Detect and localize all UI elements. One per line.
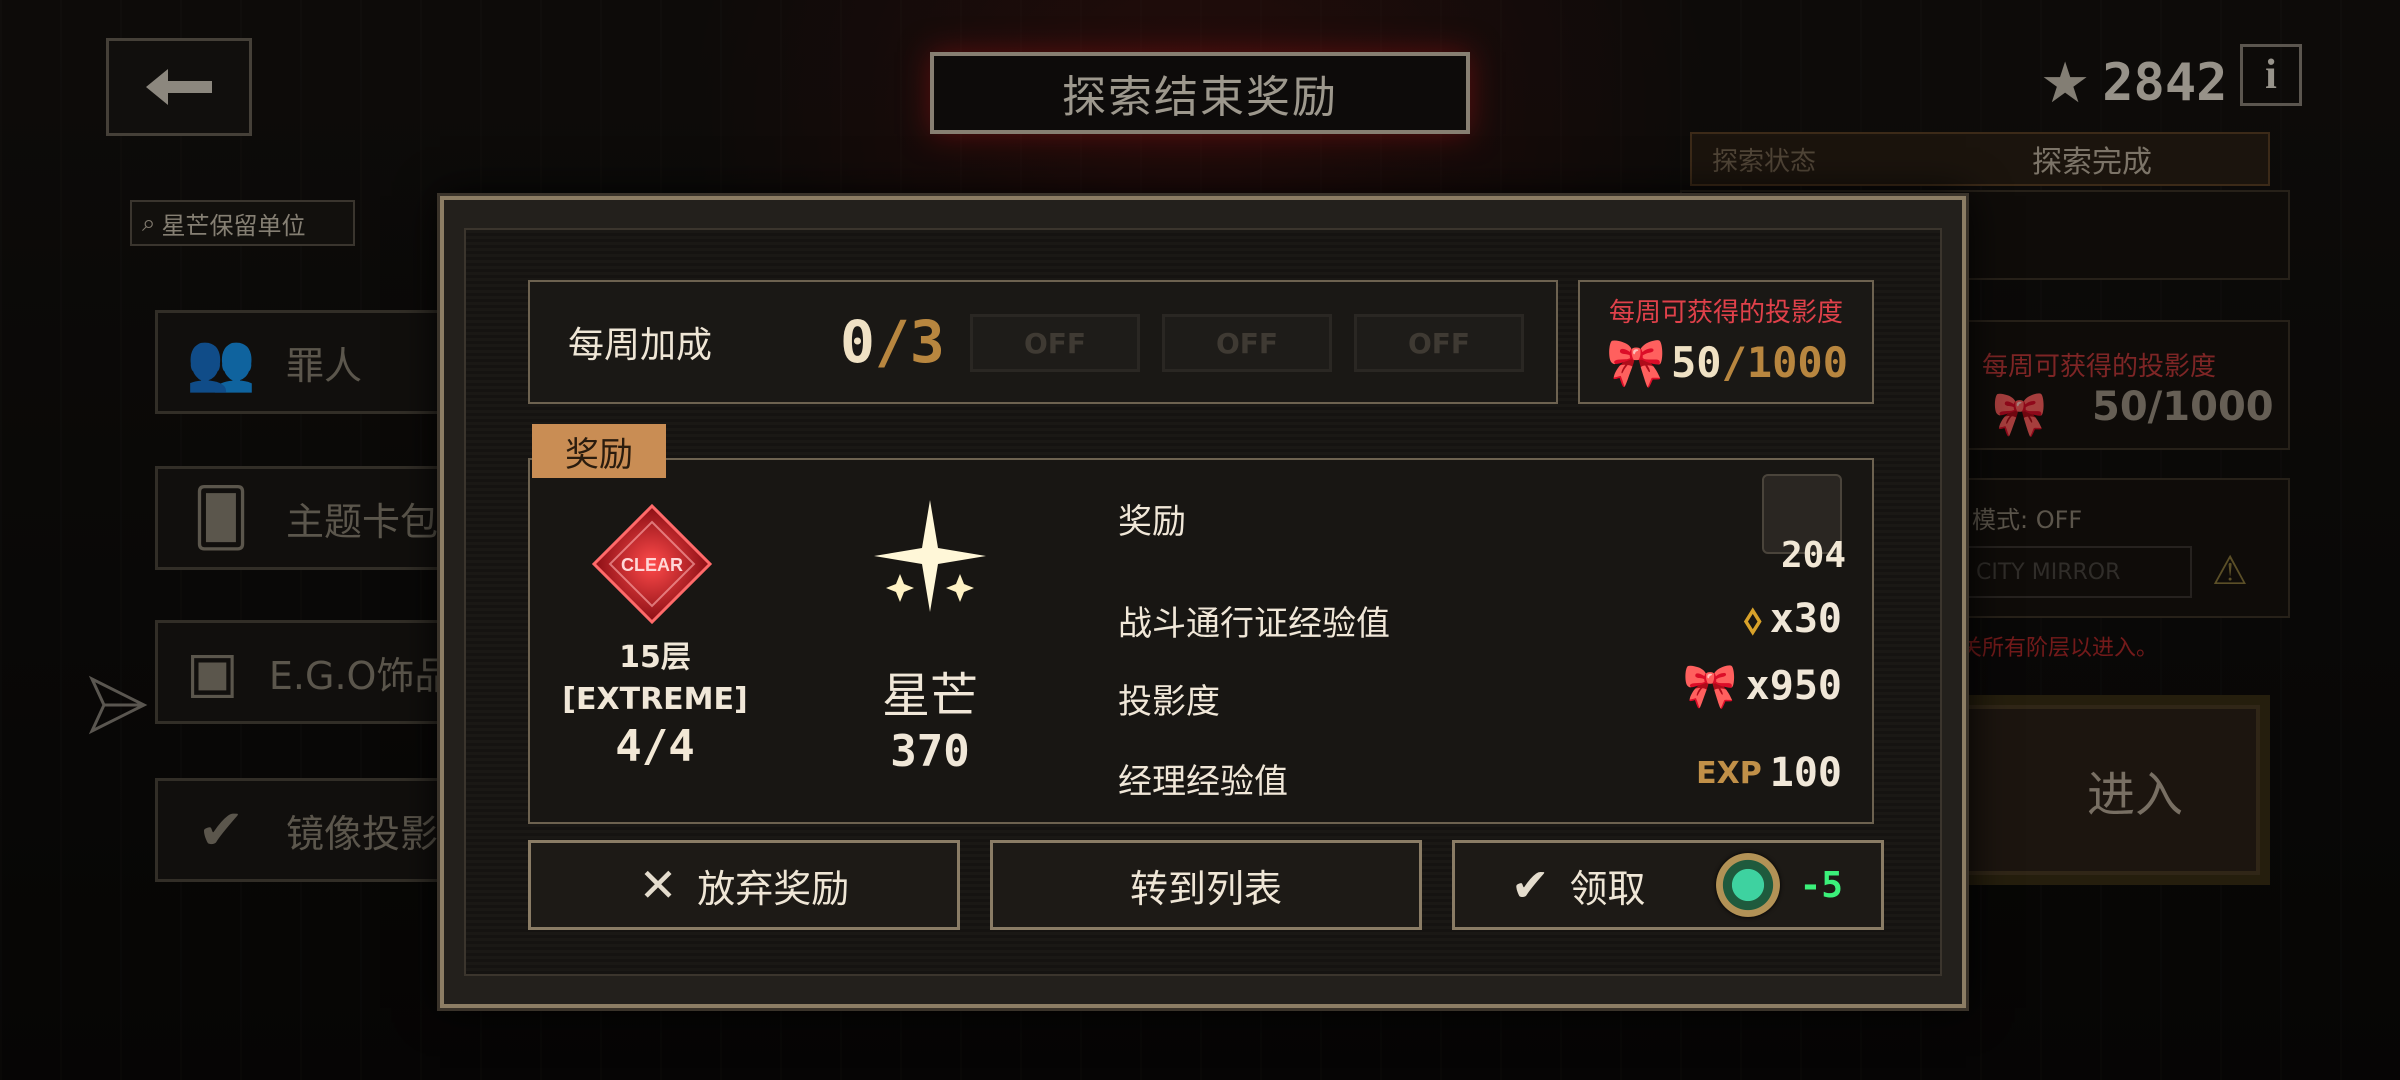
battle-pass-exp-value: ⬨ x30 bbox=[1744, 596, 1842, 642]
to-list-label: 转到列表 bbox=[1129, 866, 1282, 911]
projection-value: 50/1000 bbox=[1671, 338, 1848, 387]
bonus-slot-2[interactable]: OFF bbox=[1162, 314, 1332, 372]
clear-badge-text: CLEAR bbox=[621, 555, 683, 575]
enkephalin-module-icon bbox=[1715, 853, 1780, 917]
weekly-bonus-label: 每周加成 bbox=[568, 325, 713, 366]
projection-reward-amount: x950 bbox=[1745, 663, 1842, 709]
clear-progress: 4/4 bbox=[615, 721, 695, 772]
exp-prefix: EXP bbox=[1696, 755, 1762, 791]
claim-button[interactable]: ✔ 领取 -5 bbox=[1452, 840, 1884, 930]
ribbon-icon: 🎀 bbox=[1606, 335, 1666, 391]
clear-floor: 15层 bbox=[619, 640, 691, 675]
clear-info: 15层 [EXTREME] 4/4 bbox=[550, 632, 760, 772]
projection-max: /1000 bbox=[1721, 338, 1848, 387]
ribbon-icon: 🎀 bbox=[1682, 661, 1738, 712]
projection-box: 每周可获得的投影度 🎀 50/1000 bbox=[1578, 280, 1874, 404]
reward-item[interactable]: 204 bbox=[1762, 474, 1846, 576]
starlight-name: 星芒 bbox=[881, 668, 978, 724]
checkmark-icon: ✔ bbox=[1511, 858, 1550, 912]
battle-pass-gem-icon: ⬨ bbox=[1743, 596, 1762, 642]
item-thumbnail: 204 bbox=[1762, 474, 1846, 576]
manager-exp-value: EXP 100 bbox=[1696, 750, 1842, 796]
reward-label: 战斗通行证经验值 bbox=[1118, 604, 1390, 644]
weekly-bonus-sep: / bbox=[874, 308, 910, 376]
item-count: 204 bbox=[1780, 535, 1846, 576]
reward-label: 奖励 bbox=[1118, 502, 1186, 542]
discard-reward-button[interactable]: ✕ 放弃奖励 bbox=[528, 840, 960, 930]
reward-tag: 奖励 bbox=[532, 424, 666, 478]
starlight-icon bbox=[874, 500, 986, 612]
projection-reward-value: 🎀 x950 bbox=[1683, 660, 1842, 712]
starlight-info: 星芒 370 bbox=[840, 656, 1020, 777]
weekly-bonus-count: 0/3 bbox=[840, 308, 945, 376]
discard-label: 放弃奖励 bbox=[697, 866, 850, 911]
reward-label: 经理经验值 bbox=[1118, 762, 1288, 802]
battle-pass-exp-amount: x30 bbox=[1769, 596, 1842, 642]
bonus-slot-1[interactable]: OFF bbox=[970, 314, 1140, 372]
starlight-count: 370 bbox=[890, 726, 970, 777]
weekly-bonus-panel: 每周加成 0/3 OFF OFF OFF bbox=[528, 280, 1558, 404]
weekly-bonus-current: 0 bbox=[840, 308, 875, 376]
manager-exp-amount: 100 bbox=[1769, 750, 1842, 796]
reward-modal: 每周加成 0/3 OFF OFF OFF 每周可获得的投影度 🎀 50/1000… bbox=[440, 196, 1966, 1008]
clear-difficulty: [EXTREME] bbox=[562, 682, 748, 717]
go-to-list-button[interactable]: 转到列表 bbox=[990, 840, 1422, 930]
claim-label: 领取 bbox=[1569, 866, 1646, 911]
weekly-bonus-max: 3 bbox=[909, 308, 945, 376]
reward-label: 投影度 bbox=[1118, 682, 1220, 722]
projection-label: 每周可获得的投影度 bbox=[1608, 298, 1843, 328]
reward-panel: CLEAR 15层 [EXTREME] 4/4 星芒 370 奖励 战斗通行证经… bbox=[528, 458, 1874, 824]
bonus-slot-3[interactable]: OFF bbox=[1354, 314, 1524, 372]
claim-cost: -5 bbox=[1799, 864, 1843, 906]
clear-badge-icon: CLEAR bbox=[592, 504, 712, 624]
close-icon: ✕ bbox=[638, 858, 678, 912]
projection-current: 50 bbox=[1670, 338, 1722, 387]
